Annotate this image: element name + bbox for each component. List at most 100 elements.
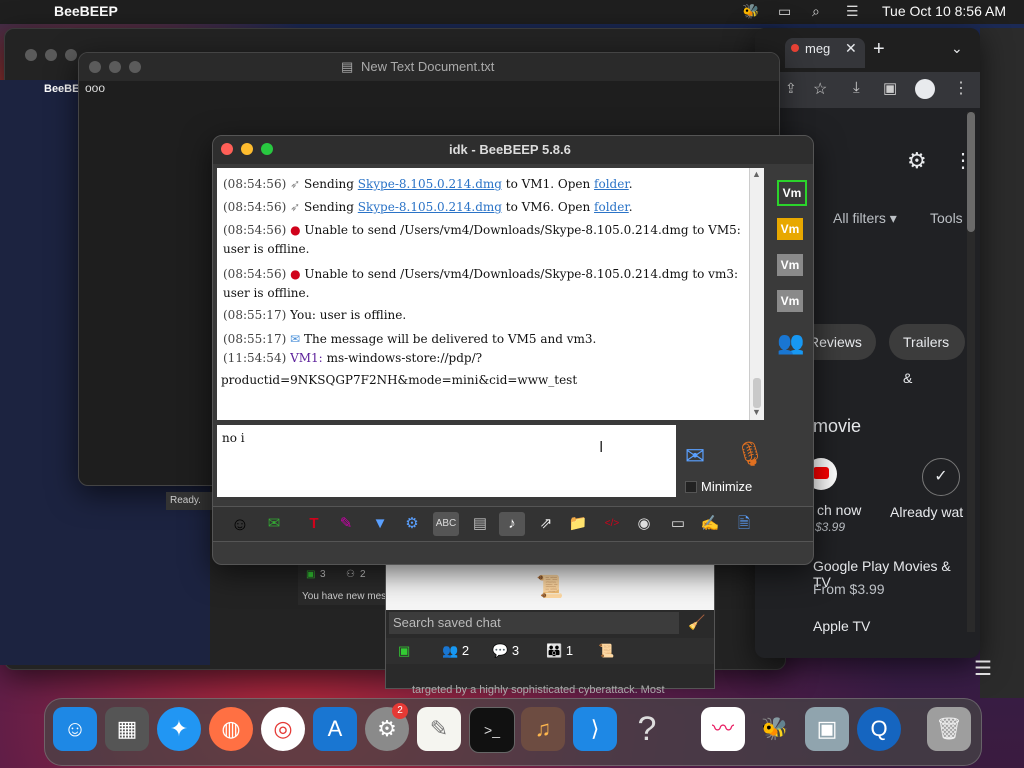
tab-groups[interactable]: 👪 1 — [546, 641, 573, 661]
quicktime-icon[interactable]: Q — [857, 707, 901, 751]
zoom-icon[interactable] — [261, 143, 273, 155]
edit-note-icon[interactable]: ✍ — [697, 512, 723, 536]
dictionary-icon[interactable]: ▤ — [467, 512, 493, 536]
vscode-icon[interactable]: ⟩ — [573, 707, 617, 751]
finder-icon[interactable]: ☺ — [53, 707, 97, 751]
chip-trailers[interactable]: Trailers & — [889, 324, 965, 386]
new-tab-icon[interactable]: + — [873, 38, 885, 61]
beebeep-toolbar: ☺ ✉ T ✎ ▼ ⚙ ABC ▤ ♪ ⇗ 📁 </> ◉ ▭ ✍ 🗎 — [213, 506, 813, 542]
app-store-icon[interactable]: A — [313, 707, 357, 751]
tab-saved-icon[interactable]: 📜 — [598, 641, 614, 661]
window-icon[interactable]: ▭ — [665, 512, 691, 536]
chat-scrollbar[interactable]: ▲ ▼ — [749, 168, 764, 420]
notif-count-b: 2 — [360, 569, 366, 580]
terminal-icon[interactable]: >_ — [469, 707, 515, 753]
screenshot-icon[interactable]: ◉ — [631, 512, 657, 536]
tools-link[interactable]: Tools — [930, 210, 963, 226]
close-icon[interactable] — [89, 61, 101, 73]
new-message-notification[interactable]: ▣ 3 ⚇ 2 You have new mes — [298, 565, 388, 605]
tab-search-icon[interactable]: ⌄ — [951, 40, 963, 57]
user-vm-2[interactable]: Vm — [777, 218, 803, 240]
side-panel-icon[interactable]: ▣ — [883, 79, 897, 97]
chrome-tab[interactable]: meg ✕ — [785, 38, 865, 68]
send-message-icon[interactable]: ✉ — [685, 442, 705, 471]
minimize-checkbox[interactable] — [685, 481, 697, 493]
close-icon[interactable] — [221, 143, 233, 155]
group-users-icon[interactable]: 👥 — [777, 330, 804, 356]
window-switch-icon[interactable]: ▭ — [778, 3, 791, 20]
tab-chat-icon[interactable]: ▣ — [398, 641, 410, 661]
all-filters-dropdown[interactable]: All filters ▾ — [833, 210, 897, 227]
help-question-icon[interactable]: ? — [625, 707, 669, 751]
saved-chat-search-input[interactable]: Search saved chat — [389, 612, 679, 634]
clear-search-icon[interactable]: 🧹 — [688, 614, 705, 631]
sliders-icon[interactable]: ☰ — [974, 656, 992, 681]
send-file-icon[interactable]: ⇗ — [533, 512, 559, 536]
freeform-icon[interactable]: 〰 — [701, 707, 745, 751]
scroll-down-icon[interactable]: ▼ — [752, 407, 761, 417]
download-icon[interactable]: ⤓ — [853, 79, 860, 96]
save-chat-icon[interactable]: 🗎 — [731, 512, 757, 536]
watch-now-link[interactable]: ch now — [817, 502, 861, 518]
beebeep-bee-icon[interactable]: 🐝 — [753, 707, 797, 751]
safari-icon[interactable]: ✦ — [157, 707, 201, 751]
profile-avatar-icon[interactable] — [915, 79, 935, 99]
already-watched-button[interactable]: Already wat — [890, 504, 963, 520]
folder-link[interactable]: folder — [594, 200, 629, 214]
chat-history[interactable]: (08:54:56) ➶ Sending Skype-8.105.0.214.d… — [217, 168, 763, 420]
textedit-icon[interactable]: ✎ — [417, 707, 461, 751]
menu-app-name[interactable]: BeeBEEP — [54, 3, 118, 19]
font-icon[interactable]: T — [301, 512, 327, 536]
chrome-menu-icon[interactable]: ⋮ — [953, 78, 969, 98]
minimize-icon[interactable] — [45, 49, 57, 61]
share-icon[interactable]: ⇪ — [785, 80, 797, 97]
chrome-icon[interactable]: ◎ — [261, 707, 305, 751]
settings-gear-icon[interactable]: ⚙ — [907, 148, 927, 174]
emoticon-icon[interactable]: ☺ — [227, 512, 253, 536]
zoom-icon[interactable] — [65, 49, 77, 61]
user-vm-1[interactable]: Vm — [777, 180, 807, 206]
note-icon[interactable]: ♪ — [499, 512, 525, 536]
inner-app-label: BeeBE — [44, 83, 80, 95]
folder-link[interactable]: folder — [594, 177, 629, 191]
document-text[interactable]: ooo — [85, 81, 105, 95]
checkmark-icon[interactable]: ✓ — [922, 458, 960, 496]
filter-icon[interactable]: ▼ — [367, 512, 393, 536]
control-center-icon[interactable]: ☰ — [846, 3, 859, 20]
html-icon[interactable]: </> — [599, 512, 625, 536]
minimize-icon[interactable] — [241, 143, 253, 155]
scroll-up-icon[interactable]: ▲ — [752, 169, 761, 179]
microphone-icon[interactable]: 🎙 — [735, 440, 765, 469]
settings-badge: 2 — [392, 703, 408, 719]
launchpad-icon[interactable]: ▦ — [105, 707, 149, 751]
beebeep-title: idk - BeeBEEP 5.8.6 — [449, 142, 571, 157]
preview-icon[interactable]: ▣ — [805, 707, 849, 751]
file-link[interactable]: Skype-8.105.0.214.dmg — [358, 200, 502, 214]
send-folder-icon[interactable]: 📁 — [565, 512, 591, 536]
minimize-icon[interactable] — [109, 61, 121, 73]
tab-chats[interactable]: 💬 3 — [492, 641, 519, 661]
close-icon[interactable] — [25, 49, 37, 61]
menu-clock[interactable]: Tue Oct 10 8:56 AM — [882, 3, 1006, 19]
user-vm-3[interactable]: Vm — [777, 254, 803, 276]
trash-icon[interactable]: 🗑 — [927, 707, 971, 751]
zoom-icon[interactable] — [129, 61, 141, 73]
close-tab-icon[interactable]: ✕ — [845, 40, 857, 57]
color-icon[interactable]: ✎ — [333, 512, 359, 536]
envelope-icon[interactable]: ✉ — [261, 512, 287, 536]
bookmark-star-icon[interactable]: ☆ — [813, 79, 827, 99]
apple-tv-link[interactable]: Apple TV — [813, 618, 870, 634]
chat-scrollbar-thumb[interactable] — [753, 378, 761, 408]
file-link[interactable]: Skype-8.105.0.214.dmg — [358, 177, 502, 191]
spotlight-search-icon[interactable]: ⌕ — [812, 3, 820, 20]
message-input[interactable]: no i I — [217, 425, 676, 497]
spellcheck-icon[interactable]: ABC — [433, 512, 459, 536]
beebeep-status-icon[interactable]: 🐝 — [742, 3, 759, 20]
settings-gear-icon[interactable]: ⚙ — [399, 512, 425, 536]
user-vm-4[interactable]: Vm — [777, 290, 803, 312]
tab-users[interactable]: 👥 2 — [442, 641, 469, 661]
firefox-icon[interactable]: ◍ — [209, 707, 253, 751]
garageband-icon[interactable]: ♫ — [521, 707, 565, 751]
document-title: New Text Document.txt — [361, 59, 495, 74]
chrome-scrollbar-thumb[interactable] — [967, 112, 975, 232]
